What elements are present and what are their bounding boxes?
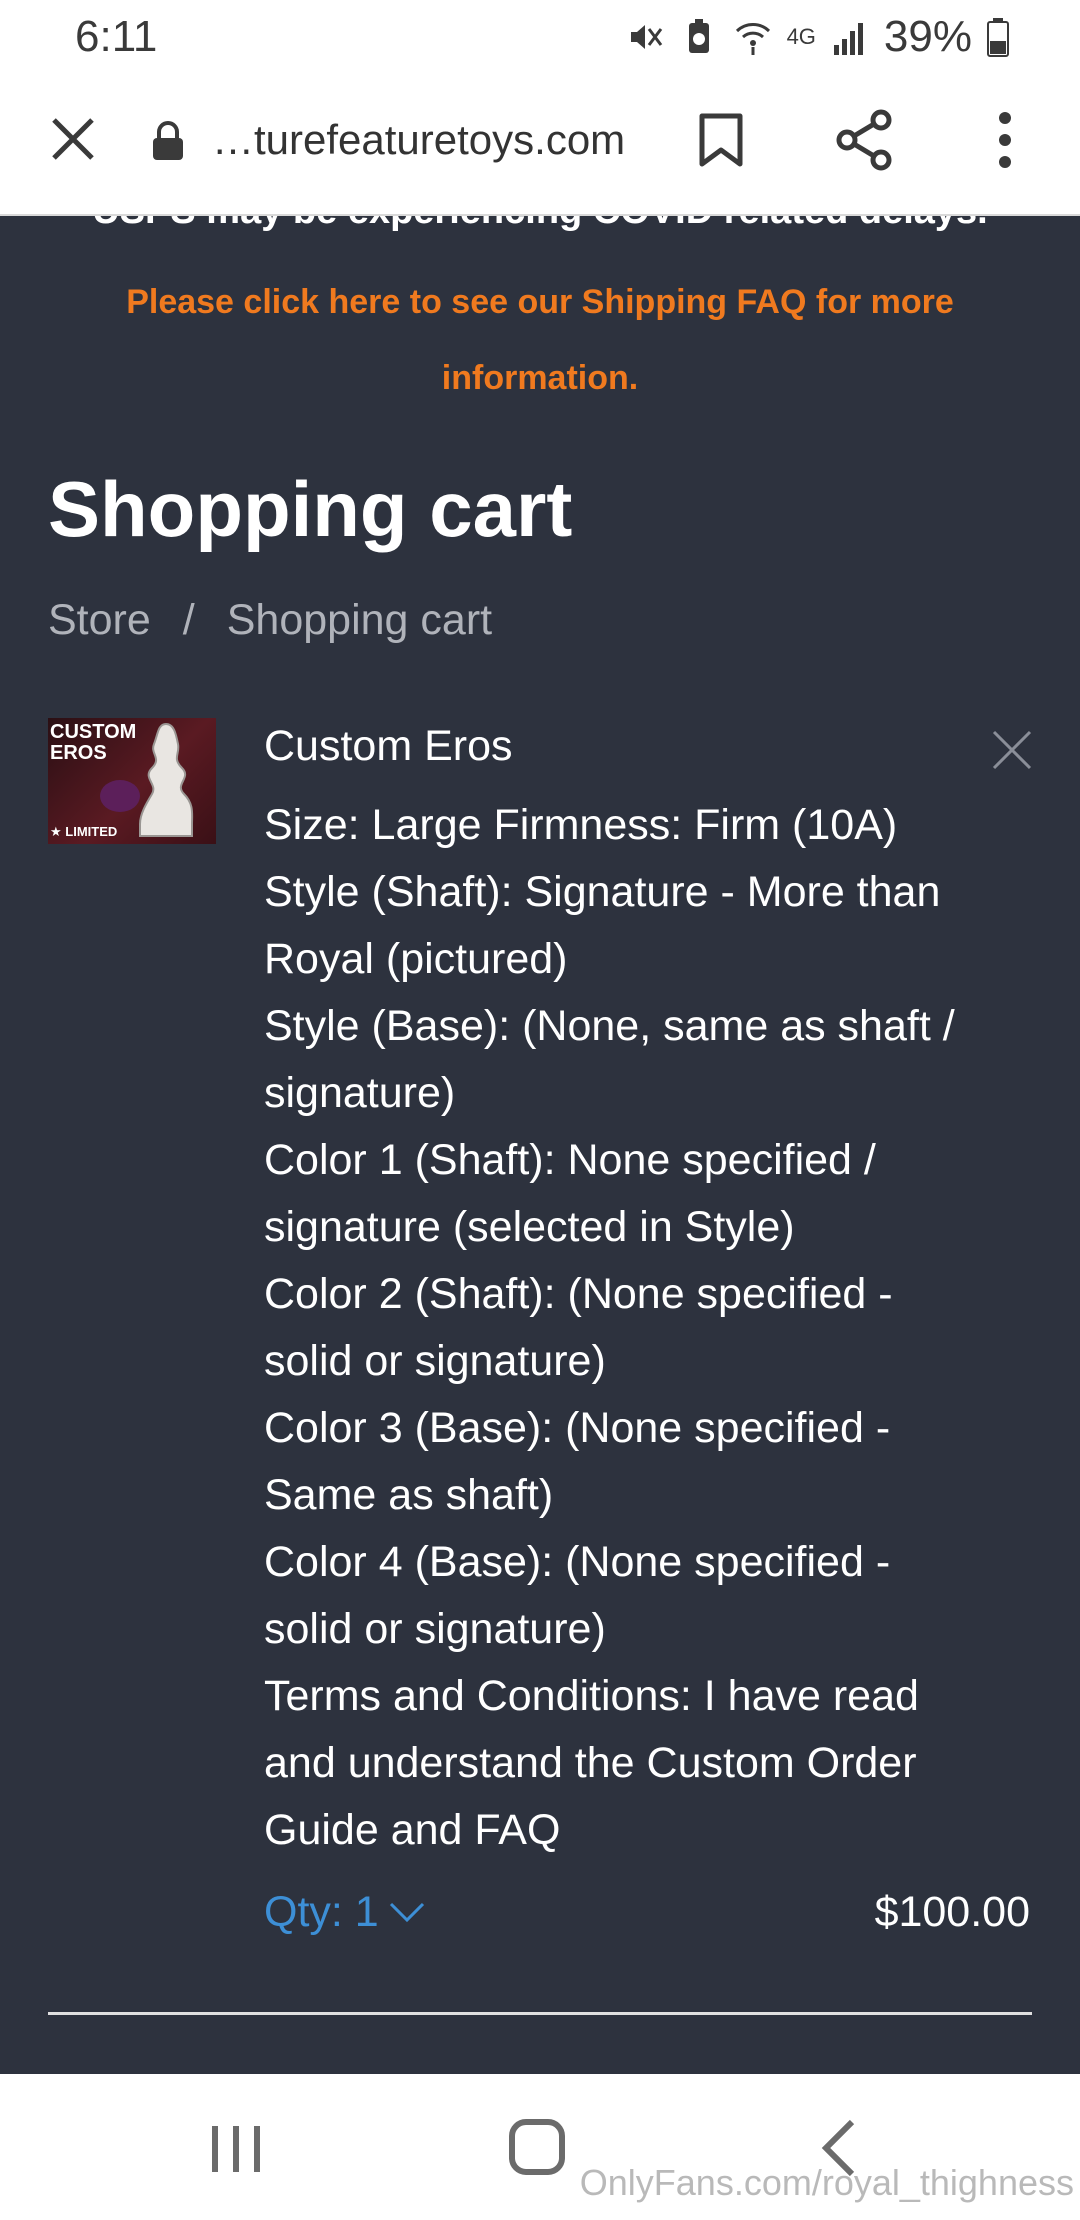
web-page: USPS may be experiencing COVID related d… <box>0 216 1080 2074</box>
option-line: signature) <box>264 1069 456 1117</box>
option-line: Style (Shaft): Signature - More than <box>264 868 941 916</box>
network-label: 4G <box>786 24 816 49</box>
battery-percent: 39% <box>883 12 972 61</box>
option-line: Color 1 (Shaft): None specified / <box>264 1136 876 1184</box>
overflow-menu-button[interactable] <box>985 102 1025 178</box>
status-time: 6:11 <box>75 12 158 61</box>
quantity-dropdown[interactable]: Qty: 1 <box>264 1888 425 1937</box>
browser-toolbar: …turefeaturetoys.com <box>0 72 1080 216</box>
remove-item-icon[interactable] <box>990 728 1034 772</box>
battery-saver-icon <box>688 19 709 53</box>
battery-icon <box>987 18 1009 57</box>
option-line: Color 3 (Base): (None specified - <box>264 1404 891 1452</box>
close-icon <box>52 118 94 160</box>
breadcrumb: Store / Shopping cart <box>48 596 492 645</box>
item-price: $100.00 <box>874 1888 1030 1936</box>
option-line: and understand the Custom Order <box>264 1739 917 1787</box>
product-name[interactable]: Custom Eros <box>264 722 513 771</box>
lock-icon <box>153 121 183 160</box>
option-line: Color 2 (Shaft): (None specified - <box>264 1270 893 1318</box>
bookmark-icon <box>699 113 743 167</box>
wifi-icon <box>735 23 770 55</box>
recent-apps-icon[interactable] <box>206 2124 266 2174</box>
option-line: Guide and FAQ <box>264 1806 561 1854</box>
url-field[interactable]: …turefeaturetoys.com <box>212 116 625 164</box>
mute-icon <box>630 25 662 49</box>
thumbnail-badge: ★ LIMITED <box>50 824 118 839</box>
product-thumbnail[interactable]: CUSTOM EROS ★ LIMITED <box>48 718 216 844</box>
page-title: Shopping cart <box>48 465 573 553</box>
status-icons: 4G 39% <box>625 12 1010 62</box>
home-icon[interactable] <box>508 2118 566 2176</box>
signal-icon <box>833 23 863 55</box>
chevron-down-icon <box>389 1902 424 1922</box>
option-line: Royal (pictured) <box>264 935 568 983</box>
product-options: Size: Large Firmness: Firm (10A) Style (… <box>264 792 1024 1864</box>
divider <box>48 2012 1032 2015</box>
option-line: Color 4 (Base): (None specified - <box>264 1538 891 1586</box>
close-tab-button[interactable] <box>38 104 108 174</box>
covid-notice: USPS may be experiencing COVID related d… <box>0 216 1080 233</box>
breadcrumb-current: Shopping cart <box>226 596 493 644</box>
thumbnail-title: CUSTOM EROS <box>50 721 137 764</box>
quantity-label: Qty: 1 <box>264 1888 379 1936</box>
breadcrumb-separator: / <box>182 596 195 644</box>
option-line: Terms and Conditions: I have read <box>264 1672 919 1720</box>
status-bar: 6:11 4G 39% <box>0 0 1080 72</box>
option-line: solid or signature) <box>264 1605 606 1653</box>
shipping-faq-link[interactable]: Please click here to see our Shipping FA… <box>60 264 1020 416</box>
share-button[interactable] <box>830 102 900 178</box>
breadcrumb-store-link[interactable]: Store <box>48 596 151 645</box>
watermark: OnlyFans.com/royal_thighness <box>579 2162 1074 2203</box>
bookmark-button[interactable] <box>688 102 754 178</box>
option-line: signature (selected in Style) <box>264 1203 795 1251</box>
option-line: Same as shaft) <box>264 1471 554 1519</box>
option-line: Style (Base): (None, same as shaft / <box>264 1002 955 1050</box>
product-image-figure <box>139 722 194 837</box>
more-vert-icon <box>999 112 1011 168</box>
thumbnail-decoration <box>100 780 140 812</box>
option-line: Size: Large Firmness: Firm (10A) <box>264 801 898 849</box>
share-icon <box>836 109 892 171</box>
option-line: solid or signature) <box>264 1337 606 1385</box>
